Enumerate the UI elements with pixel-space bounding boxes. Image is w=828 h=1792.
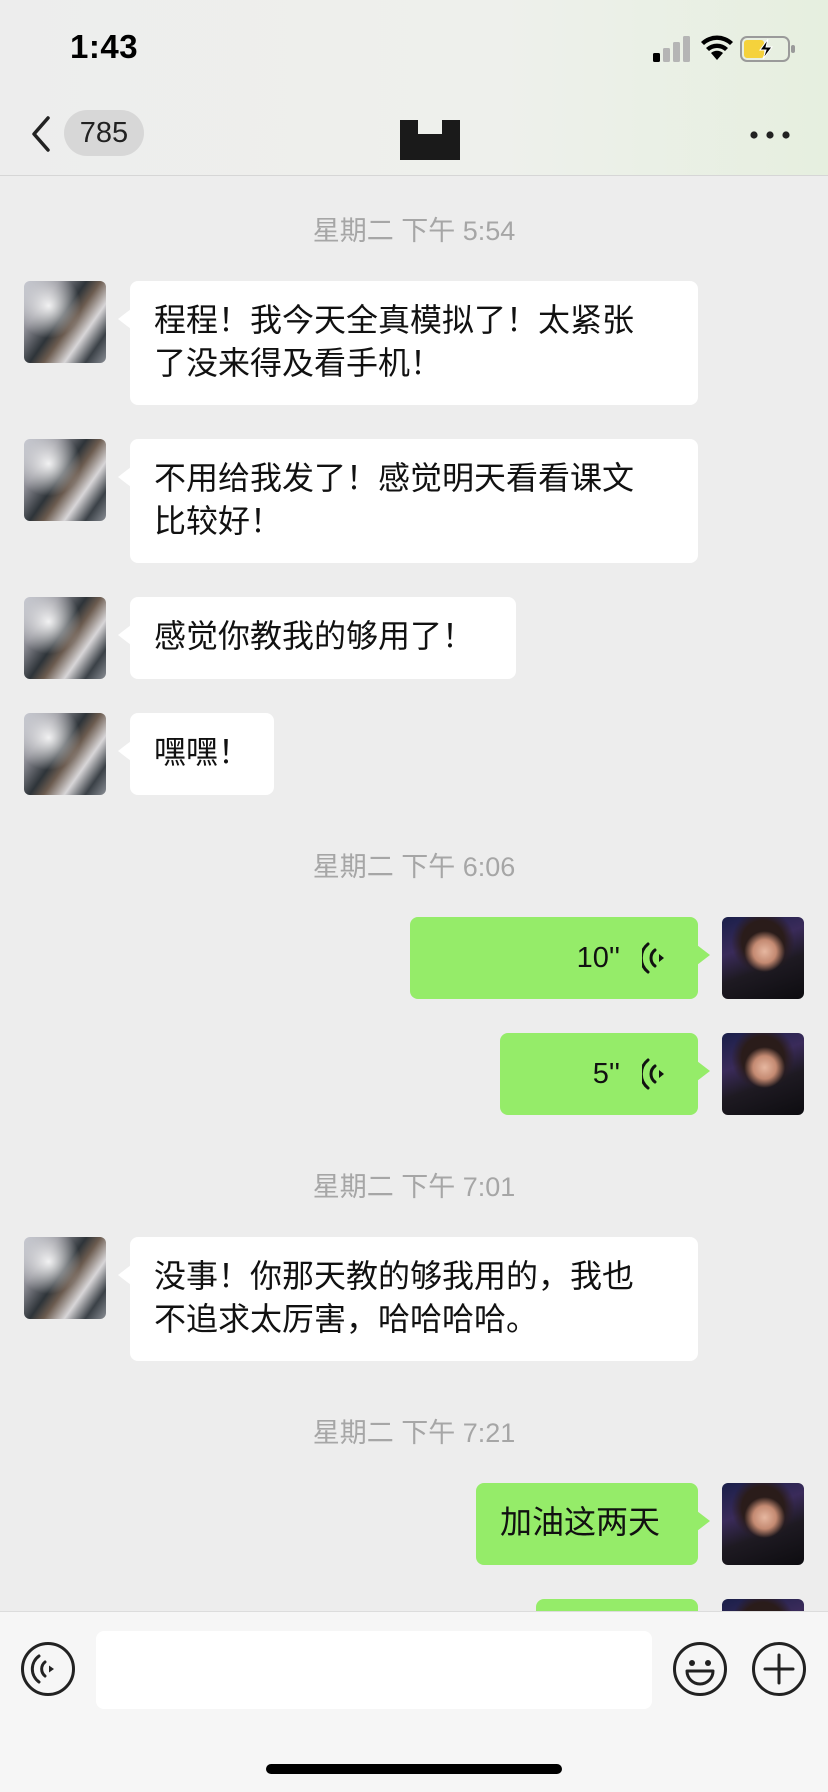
timestamp: 星期二 下午 6:06	[312, 852, 516, 882]
message-line: 感觉你教我的够用了！	[154, 617, 475, 655]
contact-avatar[interactable]	[24, 597, 106, 679]
message-line: 嘿嘿！	[154, 733, 251, 771]
message-line: 不用给我发了！感觉明天看看课文	[154, 459, 635, 497]
user-avatar[interactable]	[722, 1599, 804, 1611]
voice-duration: 5''	[592, 1057, 620, 1090]
voice-wave-icon	[642, 1058, 664, 1090]
contact-avatar[interactable]	[24, 713, 106, 795]
ellipsis-icon[interactable]	[748, 120, 792, 150]
timestamp: 星期二 下午 7:01	[312, 1172, 516, 1202]
emoji-icon[interactable]	[672, 1641, 728, 1697]
status-time: 1:43	[70, 28, 139, 65]
incoming-message-bubble[interactable]: 程程！我今天全真模拟了！太紧张 了没来得及看手机！	[118, 281, 698, 405]
message-line: 没事！你那天教的够我用的，我也	[154, 1257, 635, 1295]
voice-wave-icon	[642, 942, 664, 974]
voice-input-icon[interactable]	[20, 1641, 76, 1697]
message-line: 比较好！	[154, 502, 283, 540]
cellular-signal-icon	[653, 36, 690, 62]
chat-title-redacted	[400, 120, 460, 160]
incoming-message-bubble[interactable]: 感觉你教我的够用了！	[118, 597, 516, 679]
nav-bar: 785	[0, 96, 828, 176]
user-avatar[interactable]	[722, 917, 804, 999]
timestamp: 星期二 下午 7:21	[312, 1418, 516, 1448]
chat-message-list[interactable]: 星期二 下午 5:54 程程！我今天全真模拟了！太紧张 了没来得及看手机！ 不用…	[0, 177, 828, 1611]
plus-circle-icon[interactable]	[751, 1641, 807, 1697]
incoming-message-bubble[interactable]: 不用给我发了！感觉明天看看课文 比较好！	[118, 439, 698, 563]
message-line: 程程！我今天全真模拟了！太紧张	[154, 301, 635, 339]
outgoing-voice-message[interactable]: 10''	[410, 917, 710, 999]
contact-avatar[interactable]	[24, 281, 106, 363]
user-avatar[interactable]	[722, 1483, 804, 1565]
incoming-message-bubble[interactable]: 没事！你那天教的够我用的，我也 不追求太厉害，哈哈哈哈。	[118, 1237, 698, 1361]
chevron-left-icon[interactable]	[26, 112, 60, 156]
outgoing-voice-message[interactable]: 5''	[500, 1033, 710, 1115]
battery-charging-icon	[740, 36, 795, 62]
message-input[interactable]	[96, 1631, 652, 1709]
status-bar: 1:43	[0, 0, 828, 96]
voice-duration: 10''	[576, 941, 620, 974]
outgoing-message-bubble-partial[interactable]	[536, 1599, 698, 1611]
user-avatar[interactable]	[722, 1033, 804, 1115]
message-line: 了没来得及看手机！	[154, 344, 443, 382]
timestamp: 星期二 下午 5:54	[312, 216, 516, 246]
unread-count-badge[interactable]: 785	[64, 110, 144, 156]
wifi-icon	[701, 35, 733, 60]
message-line: 不追求太厉害，哈哈哈哈。	[154, 1300, 539, 1338]
incoming-message-bubble[interactable]: 嘿嘿！	[118, 713, 274, 795]
contact-avatar[interactable]	[24, 1237, 106, 1319]
message-line: 加油这两天	[500, 1503, 661, 1541]
outgoing-message-bubble[interactable]: 加油这两天	[476, 1483, 710, 1565]
contact-avatar[interactable]	[24, 439, 106, 521]
home-indicator[interactable]	[266, 1764, 562, 1774]
